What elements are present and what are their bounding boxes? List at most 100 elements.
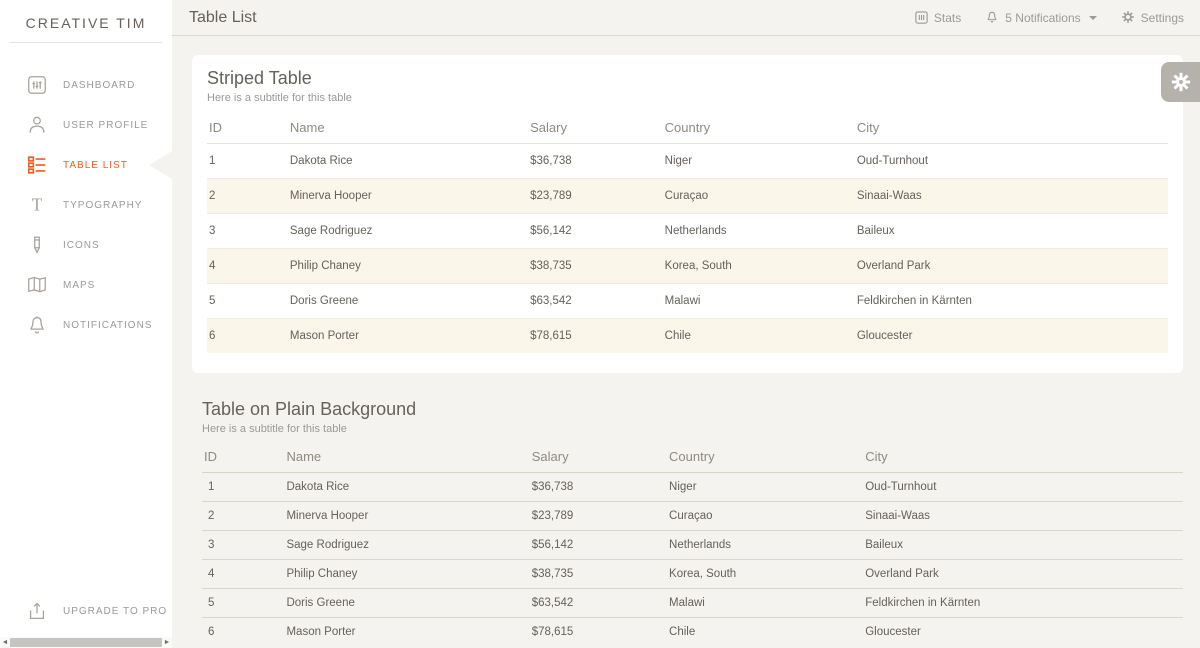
notifications-dropdown[interactable]: 5 Notifications [985,10,1096,25]
scrollbar-thumb[interactable] [10,638,162,647]
cell-country: Chile [659,319,851,354]
cell-salary: $63,542 [524,284,659,319]
sidebar-item-dashboard[interactable]: DASHBOARD [0,65,172,105]
cell-salary: $38,735 [526,560,663,589]
striped-table: ID Name Salary Country City 1 Dakota Ric… [207,108,1168,353]
cell-country: Korea, South [659,249,851,284]
cell-id: 2 [207,179,284,214]
cell-id: 6 [202,618,280,647]
cell-salary: $36,738 [524,144,659,179]
section-title: Table on Plain Background [202,399,1183,420]
cell-name: Sage Rodriguez [284,214,524,249]
cell-country: Curaçao [663,502,859,531]
cell-city: Overland Park [859,560,1183,589]
sidebar-item-maps[interactable]: MAPS [0,265,172,305]
upgrade-to-pro-button[interactable]: UPGRADE TO PRO [26,600,167,622]
sidebar-nav: DASHBOARD USER PROFILE TABLE LIST [0,65,172,345]
cell-city: Baileux [859,531,1183,560]
cell-name: Dakota Rice [284,144,524,179]
striped-table-body: 1 Dakota Rice $36,738 Niger Oud-Turnhout… [207,144,1168,354]
table-row: 4 Philip Chaney $38,735 Korea, South Ove… [202,560,1183,589]
table-row: 1 Dakota Rice $36,738 Niger Oud-Turnhout [207,144,1168,179]
page-title: Table List [189,9,257,27]
stats-chart-icon [914,10,929,25]
sidebar-item-icons[interactable]: ICONS [0,225,172,265]
gear-icon [1170,71,1192,93]
stats-link[interactable]: Stats [914,10,961,25]
settings-link[interactable]: Settings [1121,10,1184,25]
column-header-city: City [859,437,1183,473]
cell-name: Mason Porter [284,319,524,354]
cell-city: Baileux [851,214,1168,249]
bell-icon [26,314,48,336]
table-header-row: ID Name Salary Country City [207,108,1168,144]
cell-city: Sinaai-Waas [851,179,1168,214]
sidebar: CREATIVE TIM DASHBOARD USER PROFILE [0,0,172,648]
cell-salary: $23,789 [524,179,659,214]
table-row: 3 Sage Rodriguez $56,142 Netherlands Bai… [202,531,1183,560]
cell-name: Doris Greene [284,284,524,319]
sidebar-item-table-list[interactable]: TABLE LIST [0,145,172,185]
table-row: 2 Minerva Hooper $23,789 Curaçao Sinaai-… [207,179,1168,214]
cell-name: Philip Chaney [284,249,524,284]
cell-salary: $36,738 [526,473,663,502]
cell-city: Feldkirchen in Kärnten [851,284,1168,319]
cell-salary: $78,615 [526,618,663,647]
cell-city: Gloucester [851,319,1168,354]
cell-id: 5 [207,284,284,319]
table-header-row: ID Name Salary Country City [202,437,1183,473]
sidebar-horizontal-scrollbar[interactable]: ◄ ► [0,637,172,648]
cell-name: Minerva Hooper [280,502,525,531]
active-item-notch [149,151,172,179]
cell-salary: $63,542 [526,589,663,618]
table-row: 1 Dakota Rice $36,738 Niger Oud-Turnhout [202,473,1183,502]
column-header-id: ID [207,108,284,144]
column-header-country: Country [663,437,859,473]
cell-id: 4 [202,560,280,589]
settings-panel-button[interactable] [1161,62,1200,102]
cell-salary: $23,789 [526,502,663,531]
map-icon [26,274,48,296]
cell-country: Korea, South [663,560,859,589]
table-row: 3 Sage Rodriguez $56,142 Netherlands Bai… [207,214,1168,249]
sidebar-item-typography[interactable]: T TYPOGRAPHY [0,185,172,225]
card-subtitle: Here is a subtitle for this table [207,92,1168,104]
table-row: 6 Mason Porter $78,615 Chile Gloucester [202,618,1183,647]
cell-city: Oud-Turnhout [859,473,1183,502]
plain-table: ID Name Salary Country City 1 Dakota Ric… [202,437,1183,646]
sidebar-item-user-profile[interactable]: USER PROFILE [0,105,172,145]
sidebar-item-notifications[interactable]: NOTIFICATIONS [0,305,172,345]
table-row: 5 Doris Greene $63,542 Malawi Feldkirche… [202,589,1183,618]
content-area: Striped Table Here is a subtitle for thi… [172,36,1200,646]
settings-label: Settings [1141,11,1184,25]
scroll-right-arrow-icon[interactable]: ► [162,637,172,648]
cell-name: Minerva Hooper [284,179,524,214]
brand-divider [10,42,162,43]
cell-id: 3 [202,531,280,560]
cell-salary: $38,735 [524,249,659,284]
cell-country: Malawi [663,589,859,618]
column-header-id: ID [202,437,280,473]
cell-name: Doris Greene [280,589,525,618]
cell-city: Oud-Turnhout [851,144,1168,179]
typography-icon: T [26,194,48,216]
card-title: Striped Table [207,68,1168,89]
scroll-left-arrow-icon[interactable]: ◄ [0,637,10,648]
notifications-label: 5 Notifications [1005,11,1080,25]
gear-icon [1121,10,1136,25]
cell-salary: $56,142 [526,531,663,560]
cell-country: Chile [663,618,859,647]
plain-table-body: 1 Dakota Rice $36,738 Niger Oud-Turnhout… [202,473,1183,647]
cell-country: Malawi [659,284,851,319]
cell-id: 6 [207,319,284,354]
cell-id: 1 [207,144,284,179]
brand-logo[interactable]: CREATIVE TIM [0,0,172,42]
sidebar-item-label: TABLE LIST [63,160,128,171]
cell-id: 1 [202,473,280,502]
cell-country: Niger [659,144,851,179]
cell-salary: $56,142 [524,214,659,249]
dashboard-icon [26,74,48,96]
cell-country: Netherlands [663,531,859,560]
cell-country: Curaçao [659,179,851,214]
navbar-links: Stats 5 Notifications [914,10,1184,25]
